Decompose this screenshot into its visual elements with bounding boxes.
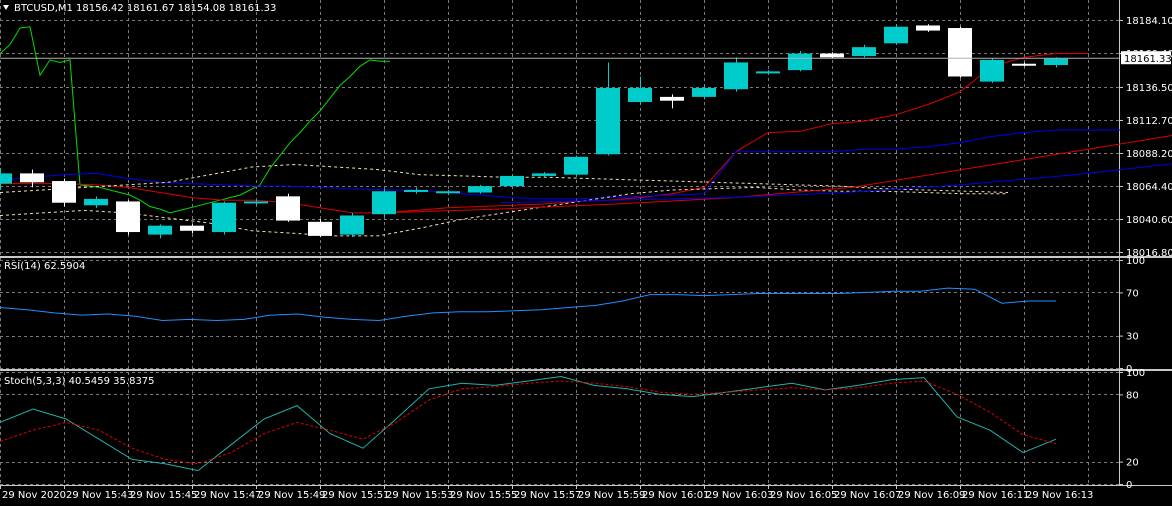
bear-candle — [276, 193, 300, 222]
candle-body — [660, 96, 684, 101]
candle-body — [500, 175, 524, 187]
bear-candle — [308, 219, 332, 238]
time-tick-label: 29 Nov 15:53 — [386, 490, 453, 501]
bull-candle — [468, 184, 492, 194]
indicator-tick-label: 0 — [1126, 480, 1132, 491]
candle-body — [532, 173, 556, 176]
bull-candle — [980, 58, 1004, 83]
candle-body — [564, 156, 588, 175]
candle-body — [148, 225, 172, 235]
price-tick-label: 18112.70 — [1126, 116, 1172, 127]
candle-body — [1044, 58, 1068, 66]
time-tick-label: 29 Nov 16:13 — [1026, 490, 1093, 501]
time-tick-label: 29 Nov 16:01 — [642, 490, 709, 501]
candle-body — [436, 191, 460, 194]
candle-body — [212, 202, 236, 233]
candle-body — [692, 87, 716, 97]
time-tick-label: 29 Nov 15:49 — [258, 490, 325, 501]
candle-body — [916, 25, 940, 31]
rsi-title: RSI(14) 62.5904 — [4, 261, 85, 272]
ohlc-label: 18156.42 18161.67 18154.08 18161.33 — [76, 3, 276, 14]
candle-body — [468, 186, 492, 193]
candle-body — [852, 47, 876, 57]
candle-body — [372, 191, 396, 215]
time-tick-label: 29 Nov 15:45 — [130, 490, 197, 501]
bear-candle — [116, 200, 140, 235]
bull-candle — [564, 155, 588, 176]
candle-body — [84, 198, 108, 206]
bull-candle — [340, 212, 364, 238]
indicator-tick-label: 100 — [1126, 256, 1145, 267]
indicator-tick-label: 20 — [1126, 458, 1139, 469]
candle-body — [52, 181, 76, 203]
bull-candle — [724, 57, 748, 92]
symbol-label: BTCUSD,M1 — [14, 3, 73, 14]
bull-candle — [212, 201, 236, 235]
indicator-tick-label: 30 — [1126, 332, 1139, 343]
time-tick-label: 29 Nov 15:47 — [194, 490, 261, 501]
time-tick-label: 29 Nov 2020 — [2, 490, 66, 501]
time-tick-label: 29 Nov 15:55 — [450, 490, 517, 501]
candle-body — [244, 201, 268, 204]
candle-body — [596, 87, 620, 155]
trading-chart: 18184.1018160.4018136.5018112.7018088.20… — [0, 0, 1172, 506]
bull-candle — [788, 50, 812, 72]
time-tick-label: 29 Nov 15:57 — [514, 490, 581, 501]
stoch-title: Stoch(5,3,3) 40.5459 35.8375 — [4, 376, 155, 387]
candle-body — [308, 221, 332, 236]
time-tick-label: 29 Nov 15:51 — [322, 490, 389, 501]
candle-body — [756, 71, 780, 74]
price-tick-label: 18136.50 — [1126, 83, 1172, 94]
price-tick-label: 18088.20 — [1126, 149, 1172, 160]
price-tick-label: 18184.10 — [1126, 16, 1172, 27]
price-tick-label: 18064.40 — [1126, 182, 1172, 193]
candle-body — [884, 26, 908, 44]
bull-candle — [884, 24, 908, 45]
current-price-tag-label: 18161.33 — [1124, 54, 1172, 65]
candle-body — [180, 225, 204, 231]
candle-body — [116, 201, 140, 233]
indicator-tick-label: 70 — [1126, 288, 1139, 299]
time-tick-label: 29 Nov 15:43 — [66, 490, 133, 501]
candle-body — [820, 53, 844, 58]
bull-candle — [372, 188, 396, 217]
indicator-tick-label: 80 — [1126, 390, 1139, 401]
bull-candle — [500, 174, 524, 188]
time-tick-label: 29 Nov 15:59 — [578, 490, 645, 501]
time-tick-label: 29 Nov 16:09 — [898, 490, 965, 501]
bear-candle — [52, 178, 76, 207]
time-tick-label: 29 Nov 16:03 — [706, 490, 773, 501]
candle-body — [948, 28, 972, 77]
bear-candle — [948, 26, 972, 78]
candle-body — [628, 87, 652, 102]
candle-body — [980, 59, 1004, 82]
price-tick-label: 18040.60 — [1126, 215, 1172, 226]
indicator-tick-label: 100 — [1126, 368, 1145, 379]
candle-body — [20, 173, 44, 183]
candle-body — [724, 62, 748, 90]
candle-body — [404, 189, 428, 192]
candle-body — [1012, 63, 1036, 66]
candle-body — [0, 173, 12, 184]
time-tick-label: 29 Nov 16:07 — [834, 490, 901, 501]
candle-body — [340, 215, 364, 235]
time-tick-label: 29 Nov 16:05 — [770, 490, 837, 501]
time-tick-label: 29 Nov 16:11 — [962, 490, 1029, 501]
candle-body — [276, 196, 300, 221]
candle-body — [788, 53, 812, 71]
header: BTCUSD,M1 18156.42 18161.67 18154.08 181… — [3, 3, 276, 14]
